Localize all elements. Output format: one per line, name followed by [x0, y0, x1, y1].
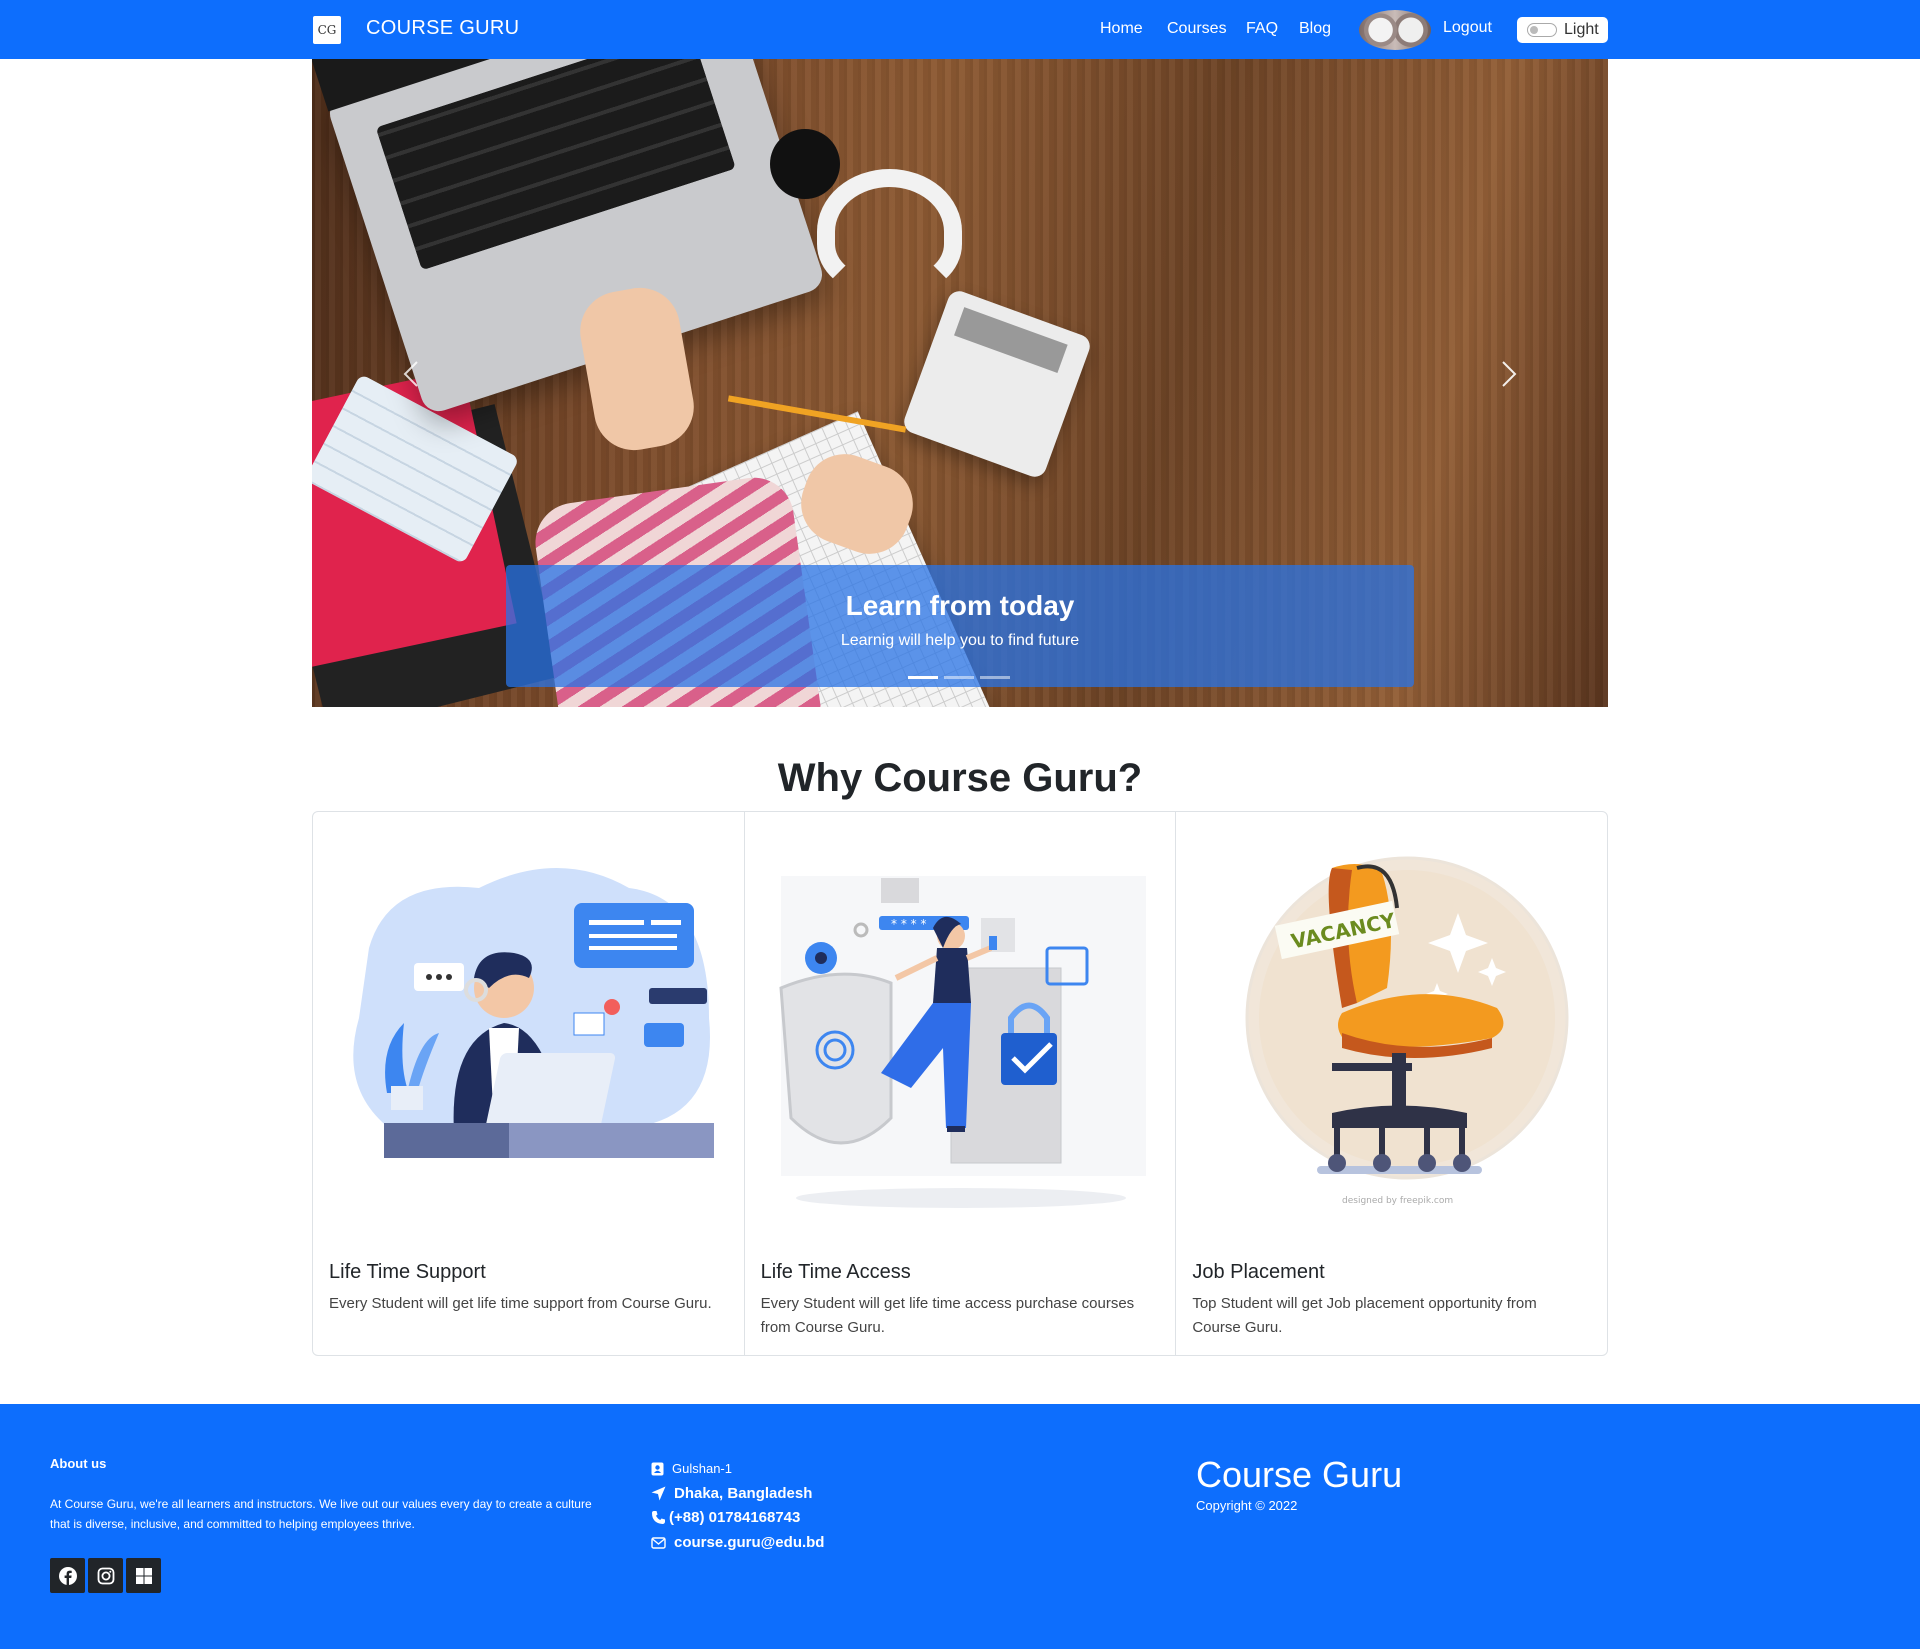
access-illustration: * * * *	[779, 876, 1146, 1208]
contact-area-text: Gulshan-1	[672, 1461, 732, 1476]
nav-faq[interactable]: FAQ	[1246, 20, 1278, 38]
brand-logo[interactable]: CG	[313, 16, 341, 44]
chevron-right-icon	[1502, 361, 1517, 387]
contact-phone-text[interactable]: (+88) 01784168743	[669, 1509, 800, 1526]
carousel-next-button[interactable]	[1494, 359, 1524, 389]
contact-area: Gulshan-1	[651, 1461, 732, 1476]
carousel-caption: Learn from today Learnig will help you t…	[506, 565, 1414, 687]
footer-brand: Course Guru	[1196, 1454, 1403, 1495]
theme-label: Light	[1564, 21, 1599, 38]
card-text: Every Student will get life time access …	[760, 1295, 1135, 1336]
instagram-button[interactable]	[88, 1558, 123, 1593]
instagram-icon	[97, 1567, 114, 1584]
envelope-icon	[651, 1536, 666, 1549]
contact-city-text: Dhaka, Bangladesh	[674, 1485, 813, 1502]
caption-title: Learn from today	[845, 590, 1075, 621]
chevron-left-icon	[403, 361, 418, 387]
theme-toggle[interactable]: Light	[1517, 17, 1608, 43]
carousel-image-headphones	[817, 169, 962, 294]
contact-email-text[interactable]: course.guru@edu.bd	[674, 1534, 824, 1551]
carousel-indicators	[908, 676, 1010, 679]
contact-email: course.guru@edu.bd	[651, 1534, 824, 1551]
contact-phone: (+88) 01784168743	[651, 1509, 800, 1526]
svg-text:* * * *: * * * *	[891, 917, 926, 931]
navbar: CG COURSE GURU Home Courses FAQ Blog Log…	[0, 0, 1920, 59]
about-text: At Course Guru, we're all learners and i…	[50, 1497, 592, 1531]
user-avatar[interactable]	[1359, 10, 1431, 50]
job-placement-illustration: VACANCY designed by freepik.com	[1245, 856, 1569, 1206]
nav-home[interactable]: Home	[1100, 20, 1143, 38]
hero-carousel: Learn from today Learnig will help you t…	[312, 59, 1608, 707]
contact-city: Dhaka, Bangladesh	[651, 1485, 812, 1502]
card-text: Every Student will get life time support…	[329, 1295, 712, 1312]
carousel-indicator-2[interactable]	[944, 676, 974, 679]
card-title: Life Time Access	[760, 1261, 911, 1283]
card-title: Job Placement	[1192, 1261, 1325, 1283]
phone-icon	[652, 1511, 665, 1524]
brand-name[interactable]: COURSE GURU	[366, 17, 519, 40]
contact-card-icon	[651, 1462, 664, 1475]
social-links	[50, 1558, 161, 1593]
freepik-credit: designed by freepik.com	[1342, 1196, 1453, 1206]
location-arrow-icon	[651, 1486, 666, 1501]
theme-switch[interactable]	[1527, 23, 1557, 37]
footer: About us At Course Guru, we're all learn…	[0, 1404, 1920, 1649]
facebook-icon	[58, 1566, 77, 1585]
feature-card-support: Life Time Support Every Student will get…	[313, 812, 745, 1355]
windows-button[interactable]	[126, 1558, 161, 1593]
carousel-image-pencil-cup	[770, 129, 840, 199]
feature-cards: Life Time Support Every Student will get…	[312, 811, 1608, 1356]
about-title: About us	[50, 1456, 107, 1471]
logout-button[interactable]: Logout	[1443, 19, 1492, 37]
carousel-prev-button[interactable]	[396, 359, 426, 389]
carousel-indicator-3[interactable]	[980, 676, 1010, 679]
windows-icon	[135, 1567, 152, 1584]
carousel-indicator-1[interactable]	[908, 676, 938, 679]
nav-blog[interactable]: Blog	[1299, 20, 1331, 38]
caption-text: Learnig will help you to find future	[840, 632, 1080, 649]
card-text: Top Student will get Job placement oppor…	[1192, 1295, 1537, 1336]
facebook-button[interactable]	[50, 1558, 85, 1593]
support-illustration	[353, 868, 714, 1158]
feature-card-job: VACANCY designed by freepik.com Job Plac…	[1176, 812, 1607, 1355]
card-title: Life Time Support	[329, 1261, 486, 1283]
feature-card-access: * * * * Life Time Access Every Student w…	[745, 812, 1177, 1355]
why-section-title: Why Course Guru?	[777, 756, 1143, 800]
nav-courses[interactable]: Courses	[1167, 20, 1227, 38]
copyright-text: Copyright © 2022	[1196, 1498, 1298, 1513]
